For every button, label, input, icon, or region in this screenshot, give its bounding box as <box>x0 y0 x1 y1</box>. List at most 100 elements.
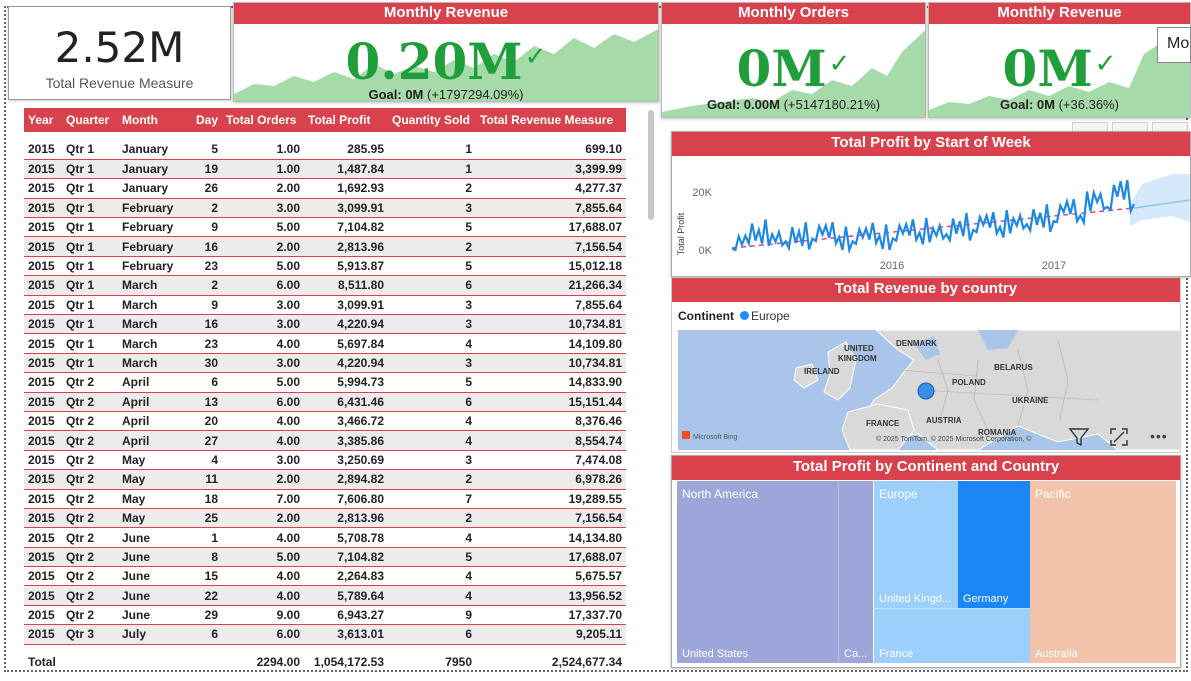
table-cell: Qtr 1 <box>62 140 118 160</box>
table-row[interactable]: 2015 Qtr 2 April 13 6.00 6,431.46 6 15,151.44 <box>24 392 626 412</box>
table-row[interactable]: 2015 Qtr 2 April 27 4.00 3,385.86 4 8,554.74 <box>24 430 626 451</box>
table-total-row: Total 2294.00 1,054,172.53 7950 2,524,677.34 <box>24 644 626 669</box>
total-revenue-value: 2.52M <box>54 23 185 72</box>
table-row[interactable]: 2015 Qtr 1 February 16 2.00 2,813.96 2 7,156.54 <box>24 236 626 257</box>
more-options-icon[interactable]: ••• <box>1150 428 1168 444</box>
table-cell: February <box>118 198 190 219</box>
table-row[interactable]: 2015 Qtr 1 February 23 5.00 5,913.87 5 15,012.1… <box>24 256 626 277</box>
visual-header-button[interactable] <box>1112 122 1148 131</box>
table-cell: 3,250.69 <box>304 450 388 471</box>
table-cell: Qtr 1 <box>62 217 118 238</box>
table-cell: 6,978.26 <box>476 469 626 490</box>
col-header[interactable]: Year <box>24 108 62 132</box>
kpi-goal: Goal: 0M (+1797294.09%) <box>368 87 524 102</box>
table-cell: 15,012.18 <box>476 256 626 277</box>
table-cell: 5.00 <box>222 547 304 568</box>
table-row[interactable]: 2015 Qtr 1 March 16 3.00 4,220.94 3 10,734.81 <box>24 314 626 335</box>
table-row[interactable]: 2015 Qtr 2 April 20 4.00 3,466.72 4 8,376.46 <box>24 411 626 432</box>
table-row[interactable]: 2015 Qtr 1 February 2 3.00 3,099.91 3 7,855.64 <box>24 198 626 219</box>
table-cell: 2015 <box>24 469 62 490</box>
table-cell: May <box>118 469 190 490</box>
filter-icon[interactable] <box>1068 426 1090 453</box>
col-header[interactable]: Quarter <box>62 108 118 132</box>
table-cell: Qtr 1 <box>62 256 118 277</box>
data-table[interactable]: Year Quarter Month Day Total Orders Tota… <box>24 108 626 669</box>
treemap-cell-australia[interactable]: Pacific Australia <box>1030 481 1176 663</box>
kpi-value: 0.20M✓ <box>345 32 547 91</box>
map-label: AUSTRIA <box>926 416 962 425</box>
table-row[interactable]: 2015 Qtr 2 April 6 5.00 5,994.73 5 14,833.90 <box>24 372 626 393</box>
table-cell: 18 <box>190 489 222 509</box>
map-bubble-germany[interactable] <box>917 382 935 400</box>
table-cell: March <box>118 295 190 316</box>
table-row[interactable]: 2015 Qtr 2 June 29 9.00 6,943.27 9 17,337.70 <box>24 605 626 626</box>
treemap-cell-germany[interactable]: Germany <box>958 481 1030 608</box>
table-row[interactable]: 2015 Qtr 1 March 9 3.00 3,099.91 3 7,855.64 <box>24 295 626 316</box>
table-cell: 6 <box>190 624 222 645</box>
table-header-row: Year Quarter Month Day Total Orders Tota… <box>24 108 626 132</box>
table-cell: May <box>118 450 190 471</box>
table-cell: 5.00 <box>222 217 304 238</box>
monthly-revenue-kpi[interactable]: Monthly Revenue 0.20M✓ Goal: 0M (+179729… <box>233 2 659 102</box>
table-row[interactable]: 2015 Qtr 2 May 25 2.00 2,813.96 2 7,156.54 <box>24 508 626 529</box>
table-cell: 7,156.54 <box>476 236 626 257</box>
table-cell: 19,289.55 <box>476 489 626 509</box>
focus-mode-icon[interactable] <box>1108 426 1130 453</box>
table-row[interactable]: 2015 Qtr 1 March 23 4.00 5,697.84 4 14,109.80 <box>24 333 626 354</box>
monthly-revenue-kpi-2[interactable]: Monthly Revenue 0M✓ Goal: 0M (+36.36%) <box>928 2 1191 118</box>
table-cell: 1.00 <box>222 140 304 160</box>
table-row[interactable]: 2015 Qtr 2 May 4 3.00 3,250.69 3 7,474.08 <box>24 450 626 471</box>
table-row[interactable]: 2015 Qtr 2 June 8 5.00 7,104.82 5 17,688.07 <box>24 547 626 568</box>
col-header[interactable]: Total Revenue Measure <box>476 108 626 132</box>
table-cell: Qtr 1 <box>62 198 118 219</box>
table-cell: July <box>118 624 190 645</box>
table-cell: Qtr 2 <box>62 392 118 412</box>
table-cell: 2015 <box>24 547 62 568</box>
table-row[interactable]: 2015 Qtr 1 March 2 6.00 8,511.80 6 21,266.34 <box>24 275 626 296</box>
total-cell: 1,054,172.53 <box>313 654 384 669</box>
profit-line-chart-card[interactable]: Total Profit by Start of Week Total Prof… <box>671 131 1191 277</box>
col-header[interactable]: Day <box>190 108 222 132</box>
table-cell: 4.00 <box>222 411 304 432</box>
treemap-cell-france[interactable]: France <box>874 608 1030 663</box>
table-cell: 2 <box>190 275 222 296</box>
table-row[interactable]: 2015 Qtr 1 February 9 5.00 7,104.82 5 17,688.07 <box>24 217 626 238</box>
map-label: UNITED <box>844 344 874 353</box>
treemap-cell-united-kingdom[interactable]: Europe United Kingd... <box>874 481 958 608</box>
table-cell: 23 <box>190 256 222 277</box>
visual-header-button[interactable] <box>1152 122 1188 131</box>
table-row[interactable]: 2015 Qtr 1 January 5 1.00 285.95 1 699.10 <box>24 140 626 160</box>
bing-logo-icon <box>682 431 690 439</box>
table-row[interactable]: 2015 Qtr 2 June 22 4.00 5,789.64 4 13,956.52 <box>24 585 626 606</box>
col-header[interactable]: Total Orders <box>222 108 304 132</box>
monthly-orders-kpi[interactable]: Monthly Orders 0M✓ Goal: 0.00M (+5147180… <box>661 2 926 118</box>
treemap-cell-north-america[interactable]: North America United States <box>677 481 838 663</box>
table-row[interactable]: 2015 Qtr 1 January 19 1.00 1,487.84 1 3,399.99 <box>24 159 626 180</box>
total-revenue-card[interactable]: 2.52M Total Revenue Measure <box>8 6 231 100</box>
col-header[interactable]: Quantity Sold <box>388 108 476 132</box>
col-header[interactable]: Month <box>118 108 190 132</box>
table-cell: 2,264.83 <box>304 566 388 587</box>
table-cell: 2 <box>388 236 476 257</box>
table-cell: 6,943.27 <box>304 605 388 626</box>
table-cell: 4,220.94 <box>304 314 388 335</box>
profit-treemap-card[interactable]: Total Profit by Continent and Country No… <box>671 455 1181 668</box>
table-cell: 2015 <box>24 178 62 199</box>
visual-header-button[interactable] <box>1072 122 1108 131</box>
table-cell: 5.00 <box>222 372 304 393</box>
table-cell: Qtr 1 <box>62 333 118 354</box>
treemap-cell-canada[interactable]: Ca... <box>838 481 873 663</box>
table-cell: 9,205.11 <box>476 624 626 645</box>
table-row[interactable]: 2015 Qtr 2 May 11 2.00 2,894.82 2 6,978.26 <box>24 469 626 490</box>
table-row[interactable]: 2015 Qtr 1 March 30 3.00 4,220.94 3 10,734.81 <box>24 353 626 374</box>
table-cell: 4 <box>388 333 476 354</box>
col-header[interactable]: Total Profit <box>304 108 388 132</box>
table-row[interactable]: 2015 Qtr 1 January 26 2.00 1,692.93 2 4,277.37 <box>24 178 626 199</box>
table-cell: 3.00 <box>222 198 304 219</box>
table-scrollbar[interactable] <box>648 110 654 220</box>
table-cell: 1 <box>388 159 476 180</box>
table-row[interactable]: 2015 Qtr 2 May 18 7.00 7,606.80 7 19,289.55 <box>24 489 626 509</box>
table-row[interactable]: 2015 Qtr 3 July 6 6.00 3,613.01 6 9,205.11 <box>24 624 626 645</box>
table-row[interactable]: 2015 Qtr 2 June 1 4.00 5,708.78 4 14,134.80 <box>24 527 626 548</box>
table-row[interactable]: 2015 Qtr 2 June 15 4.00 2,264.83 4 5,675.57 <box>24 566 626 587</box>
